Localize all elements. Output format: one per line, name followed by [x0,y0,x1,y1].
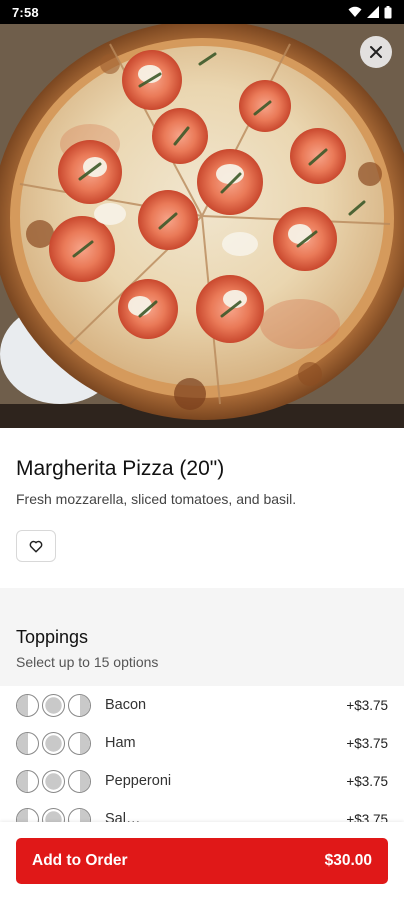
close-icon [370,46,382,58]
right-half-icon[interactable] [68,731,91,755]
wifi-icon [348,6,362,17]
topping-name: Ham [105,735,136,751]
toppings-title: Toppings [16,627,89,647]
order-price: $30.00 [324,852,372,869]
favorite-button[interactable] [16,530,56,562]
toppings-subtitle: Select up to 15 options [16,654,159,670]
left-half-icon[interactable] [16,693,39,717]
left-half-icon[interactable] [16,769,39,793]
status-time: 7:58 [12,4,39,20]
whole-pizza-icon[interactable] [42,769,65,793]
toppings-header: Toppings Select up to 15 options [0,588,404,686]
close-button[interactable] [360,36,392,68]
topping-price: +$3.75 [346,773,388,789]
status-bar: 7:58 [0,0,404,24]
topping-name: Bacon [105,697,147,713]
whole-pizza-icon[interactable] [42,693,65,717]
pizza-image [0,24,404,428]
topping-name: Pepperoni [105,773,172,789]
status-icons [348,5,392,19]
topping-price: +$3.75 [346,697,388,713]
signal-icon [367,6,379,18]
topping-row-pepperoni[interactable]: Pepperoni +$3.75 [0,762,404,800]
topping-price: +$3.75 [346,735,388,751]
add-to-order-label: Add to Order [32,852,128,869]
right-half-icon[interactable] [68,769,91,793]
portion-selector [16,731,91,755]
left-half-icon[interactable] [16,731,39,755]
bottom-bar: Add to Order $30.00 [0,822,404,900]
add-to-order-button[interactable]: Add to Order $30.00 [16,838,388,884]
topping-row-ham[interactable]: Ham +$3.75 [0,724,404,762]
toppings-list: Bacon +$3.75 Ham +$3.75 Pepperoni +$3.75… [0,686,404,838]
right-half-icon[interactable] [68,693,91,717]
hero-image [0,24,404,428]
battery-icon [384,5,392,18]
heart-outline-icon [29,540,43,552]
portion-selector [16,693,91,717]
topping-row-bacon[interactable]: Bacon +$3.75 [0,686,404,724]
item-details: Margherita Pizza (20") Fresh mozzarella,… [0,428,404,562]
item-title: Margherita Pizza (20") [16,457,225,480]
portion-selector [16,769,91,793]
item-description: Fresh mozzarella, sliced tomatoes, and b… [16,491,297,507]
whole-pizza-icon[interactable] [42,731,65,755]
